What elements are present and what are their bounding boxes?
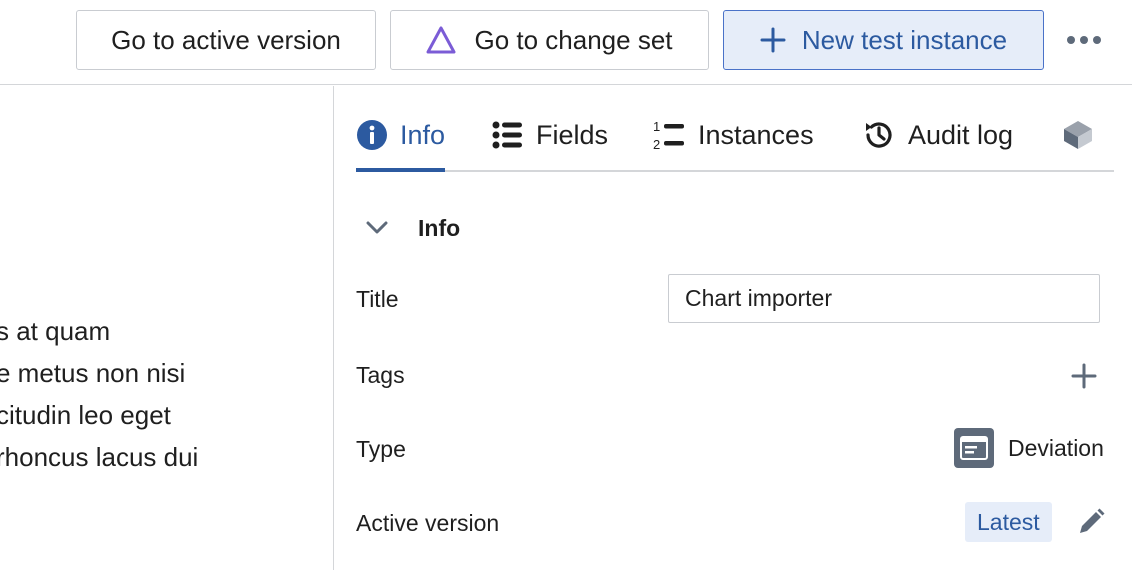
svg-text:1: 1 xyxy=(653,119,660,134)
edit-active-version-button[interactable] xyxy=(1074,505,1108,539)
tab-fields[interactable]: Fields xyxy=(492,100,608,170)
active-version-badge[interactable]: Latest xyxy=(965,502,1052,542)
top-toolbar: Go to active version Go to change set Ne… xyxy=(0,0,1132,85)
info-section-title: Info xyxy=(418,214,461,241)
tags-label: Tags xyxy=(356,362,405,388)
document-text-line: citudin leo eget xyxy=(0,400,171,430)
more-dots-icon xyxy=(1066,35,1102,45)
chevron-down-icon xyxy=(356,221,402,235)
tab-info[interactable]: Info xyxy=(356,100,446,172)
tab-info-label: Info xyxy=(400,119,446,150)
type-text: Deviation xyxy=(1008,434,1104,461)
go-to-active-version-label: Go to active version xyxy=(111,24,341,55)
document-text-line: e metus non nisi xyxy=(0,358,186,388)
tab-audit-log[interactable]: Audit log xyxy=(862,100,1013,170)
tab-more-overflow[interactable] xyxy=(1060,100,1096,170)
document-type-icon xyxy=(954,428,994,468)
type-label: Type xyxy=(356,436,406,462)
tab-fields-label: Fields xyxy=(536,119,609,150)
plus-icon xyxy=(760,27,786,53)
new-test-instance-button[interactable]: New test instance xyxy=(723,10,1044,70)
title-input[interactable] xyxy=(668,274,1100,323)
info-section-header[interactable]: Info xyxy=(356,206,460,250)
new-test-instance-label: New test instance xyxy=(801,24,1008,55)
active-version-label: Active version xyxy=(356,510,500,536)
more-options-button[interactable] xyxy=(1064,24,1104,56)
details-tabs: Info Fields 12 Instances Audit log xyxy=(356,100,1114,172)
tab-instances-label: Instances xyxy=(698,119,814,150)
title-label: Title xyxy=(356,286,399,312)
pencil-icon xyxy=(1076,507,1106,537)
plus-icon xyxy=(1071,363,1097,389)
document-pane: s at quam e metus non nisi citudin leo e… xyxy=(0,86,334,570)
type-value: Deviation xyxy=(954,428,1104,468)
go-to-active-version-button[interactable]: Go to active version xyxy=(76,10,376,70)
numbered-list-icon: 12 xyxy=(652,118,686,152)
delta-icon xyxy=(426,26,456,54)
svg-text:2: 2 xyxy=(653,137,660,152)
document-text-line: s at quam xyxy=(0,316,111,346)
cube-icon xyxy=(1060,119,1096,151)
add-tag-button[interactable] xyxy=(1068,360,1100,392)
tab-instances[interactable]: 12 Instances xyxy=(652,100,814,170)
history-icon xyxy=(862,118,896,152)
document-text-line: rhoncus lacus dui xyxy=(0,442,199,472)
go-to-change-set-label: Go to change set xyxy=(474,24,673,55)
list-icon xyxy=(492,119,524,151)
go-to-change-set-button[interactable]: Go to change set xyxy=(390,10,709,70)
info-icon xyxy=(356,119,388,151)
tab-audit-log-label: Audit log xyxy=(908,119,1014,150)
